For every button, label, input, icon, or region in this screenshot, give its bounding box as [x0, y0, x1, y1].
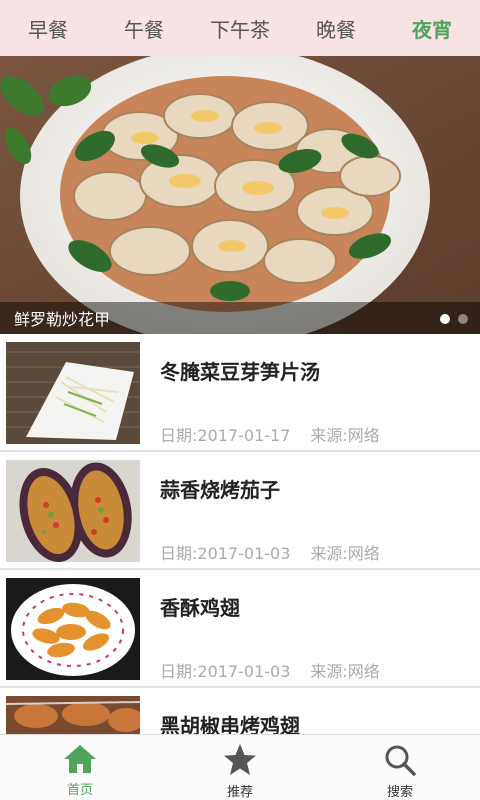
recipe-title: 香酥鸡翅: [160, 596, 240, 620]
recipe-source: 来源:网络: [310, 544, 380, 563]
category-tab-bar: 早餐 午餐 下午茶 晚餐 夜宵: [0, 0, 480, 56]
recipe-meta: 日期:2017-01-17 来源:网络: [160, 422, 380, 446]
list-item[interactable]: 黑胡椒串烤鸡翅: [0, 688, 480, 734]
recipe-thumbnail: [6, 696, 140, 734]
banner-caption: 鲜罗勒炒花甲: [14, 310, 111, 329]
search-icon: [385, 745, 416, 776]
tab-breakfast[interactable]: 早餐: [0, 0, 96, 56]
recipe-thumbnail: [6, 342, 140, 444]
carousel-dot-active[interactable]: [440, 314, 450, 324]
recipe-thumbnail: [6, 578, 140, 680]
recipe-source: 来源:网络: [310, 662, 380, 681]
recipe-title: 蒜香烧烤茄子: [160, 478, 280, 502]
nav-search[interactable]: 搜索: [320, 735, 480, 800]
featured-banner[interactable]: 鲜罗勒炒花甲: [0, 56, 480, 334]
recipe-meta: 日期:2017-01-03 来源:网络: [160, 540, 380, 564]
carousel-indicator: [440, 314, 468, 324]
recipe-title: 黑胡椒串烤鸡翅: [160, 714, 300, 734]
banner-caption-bar: 鲜罗勒炒花甲: [0, 302, 480, 334]
recipe-date: 日期:2017-01-03: [160, 662, 291, 681]
recipe-title: 冬腌菜豆芽笋片汤: [160, 360, 320, 384]
recipe-date: 日期:2017-01-17: [160, 426, 291, 445]
nav-home-label: 首页: [66, 783, 93, 798]
nav-home[interactable]: 首页: [0, 735, 160, 800]
nav-recommend[interactable]: 推荐: [160, 735, 320, 800]
bottom-navigation: 首页 推荐 搜索: [0, 734, 480, 800]
tab-dinner[interactable]: 晚餐: [288, 0, 384, 56]
nav-recommend-label: 推荐: [226, 785, 253, 800]
star-icon: [224, 744, 256, 775]
list-item[interactable]: 蒜香烧烤茄子 日期:2017-01-03 来源:网络: [0, 452, 480, 570]
tab-lunch[interactable]: 午餐: [96, 0, 192, 56]
recipe-thumbnail: [6, 460, 140, 562]
tab-late-night-snack[interactable]: 夜宵: [384, 0, 480, 56]
list-item[interactable]: 香酥鸡翅 日期:2017-01-03 来源:网络: [0, 570, 480, 688]
recipe-list: 冬腌菜豆芽笋片汤 日期:2017-01-17 来源:网络 蒜香烧烤茄子 日期:2…: [0, 334, 480, 734]
banner-image: [0, 56, 480, 334]
recipe-source: 来源:网络: [310, 426, 380, 445]
recipe-date: 日期:2017-01-03: [160, 544, 291, 563]
tab-afternoon-tea[interactable]: 下午茶: [192, 0, 288, 56]
home-icon: [64, 745, 96, 773]
list-item[interactable]: 冬腌菜豆芽笋片汤 日期:2017-01-17 来源:网络: [0, 334, 480, 452]
nav-search-label: 搜索: [386, 785, 413, 800]
carousel-dot[interactable]: [458, 314, 468, 324]
recipe-meta: 日期:2017-01-03 来源:网络: [160, 658, 380, 682]
